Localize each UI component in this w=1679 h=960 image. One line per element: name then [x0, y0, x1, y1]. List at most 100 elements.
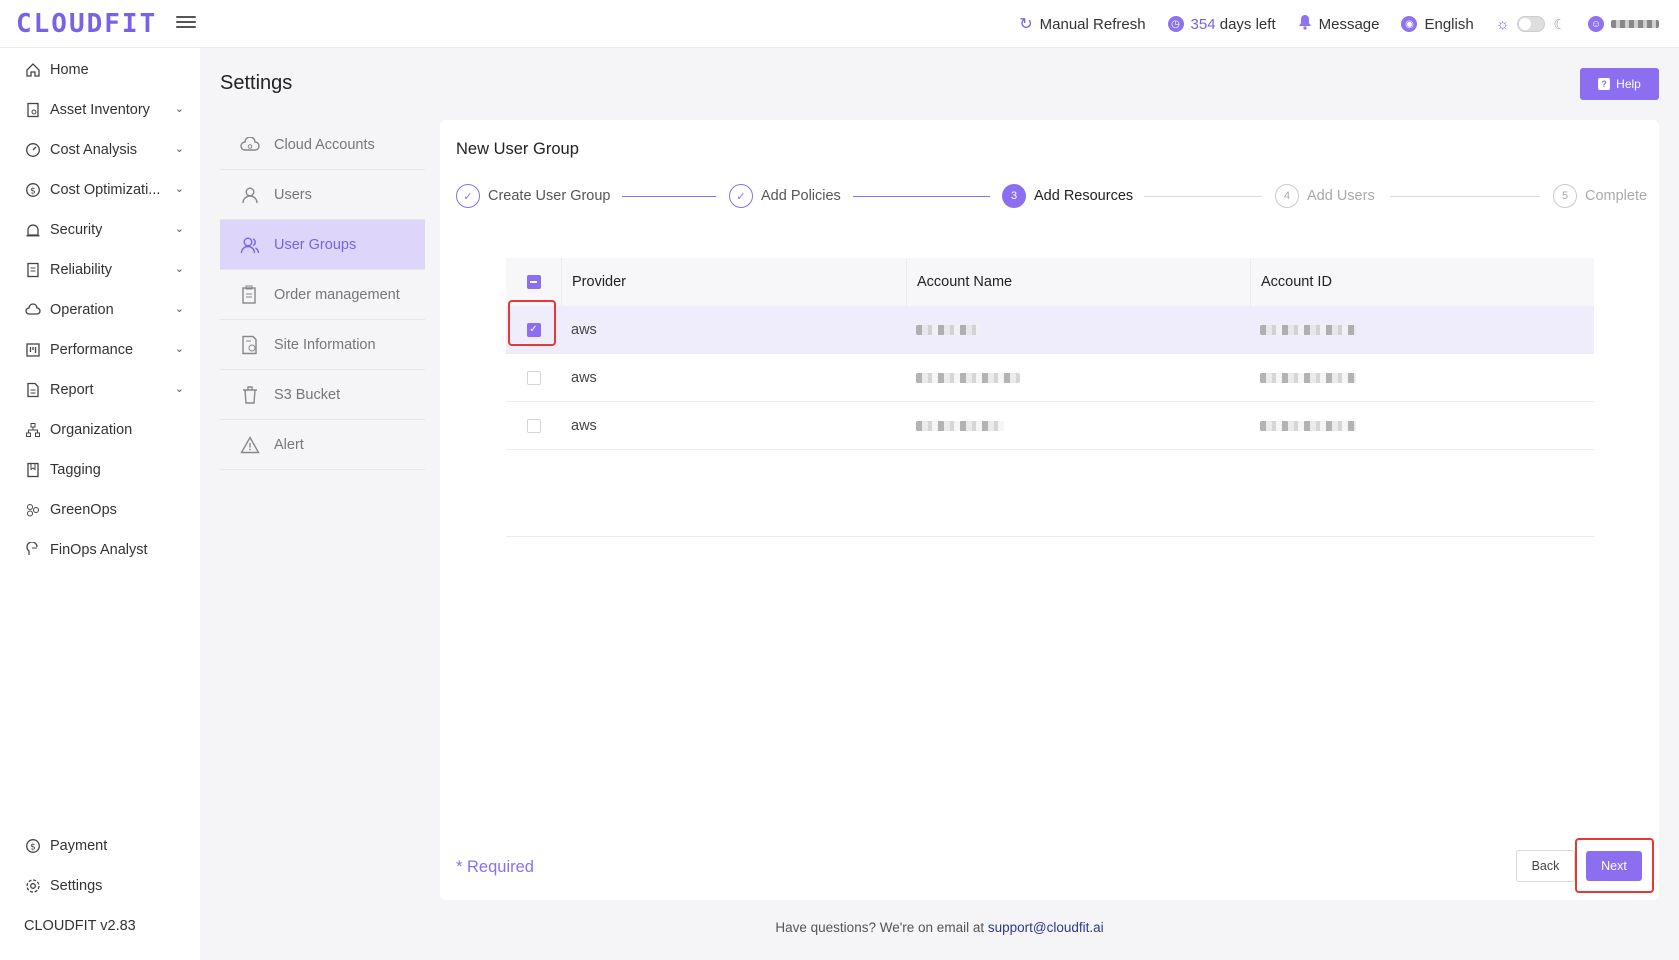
home-icon	[24, 61, 42, 79]
resources-table: Provider Account Name Account ID ✓ aws a…	[506, 258, 1594, 450]
chevron-down-icon: ⌄	[174, 143, 184, 155]
days-left-indicator: ◷ 354 days left	[1167, 15, 1276, 33]
table-header: Provider Account Name Account ID	[506, 258, 1594, 306]
language-selector[interactable]: ◉ English	[1401, 16, 1474, 33]
redacted-value	[1260, 372, 1356, 383]
cloud-cog-icon	[24, 301, 42, 319]
theme-toggle[interactable]: ☼ ☾	[1496, 16, 1566, 33]
back-button[interactable]: Back	[1516, 850, 1575, 882]
step-connector	[853, 196, 990, 197]
sidebar-item-report[interactable]: Report ⌄	[24, 375, 188, 405]
refresh-icon: ↻	[1019, 16, 1033, 33]
step-connector	[1390, 196, 1540, 197]
chevron-down-icon: ⌄	[174, 383, 184, 395]
settings-item-alert[interactable]: Alert	[220, 420, 425, 470]
column-header-provider: Provider	[561, 258, 906, 306]
chevron-down-icon: ⌄	[174, 343, 184, 355]
logo: CLOUDFIT	[16, 9, 158, 39]
sidebar: Home Asset Inventory ⌄ Cost Analysis ⌄ $…	[0, 48, 200, 960]
step-add-policies: ✓ Add Policies	[729, 184, 841, 208]
manual-refresh-button[interactable]: ↻ Manual Refresh	[1019, 14, 1145, 34]
row-checkbox[interactable]: ✓	[526, 322, 541, 337]
sidebar-item-performance[interactable]: Performance ⌄	[24, 335, 188, 365]
sidebar-item-security[interactable]: Security ⌄	[24, 215, 188, 245]
row-checkbox[interactable]	[526, 418, 541, 433]
new-user-group-card: New User Group ✓ Create User Group ✓ Add…	[440, 120, 1659, 900]
settings-item-cloud-accounts[interactable]: Cloud Accounts	[220, 120, 425, 170]
cell-account-name	[906, 306, 1250, 353]
sidebar-item-settings[interactable]: Settings	[24, 871, 188, 901]
check-icon: ✓	[456, 184, 480, 208]
sidebar-item-home[interactable]: Home	[24, 55, 188, 85]
chevron-down-icon: ⌄	[174, 223, 184, 235]
menu-toggle-icon[interactable]	[176, 13, 196, 33]
column-header-account-id: Account ID	[1250, 258, 1594, 306]
sidebar-item-finops-analyst[interactable]: FinOps Analyst	[24, 535, 188, 565]
settings-item-site-information[interactable]: Site Information	[220, 320, 425, 370]
footer-text: Have questions? We're on email at	[775, 920, 988, 935]
sidebar-item-organization[interactable]: Organization	[24, 415, 188, 445]
theme-switch[interactable]	[1517, 16, 1546, 32]
sidebar-item-tagging[interactable]: Tagging	[24, 455, 188, 485]
settings-menu: Cloud Accounts Users User Groups Order m…	[220, 120, 425, 470]
card-title: New User Group	[456, 140, 579, 158]
step-add-users: 4 Add Users	[1275, 184, 1375, 208]
message-label: Message	[1318, 15, 1380, 33]
settings-item-s3-bucket[interactable]: S3 Bucket	[220, 370, 425, 420]
user-menu[interactable]: ☺	[1588, 16, 1659, 32]
column-header-account-name: Account Name	[906, 258, 1250, 306]
svg-text:$: $	[30, 843, 36, 853]
settings-item-order-management[interactable]: Order management	[220, 270, 425, 320]
settings-item-users[interactable]: Users	[220, 170, 425, 220]
message-button[interactable]: Message	[1298, 14, 1380, 34]
report-icon	[24, 381, 42, 399]
cell-provider: aws	[571, 369, 597, 386]
top-bar: CLOUDFIT ↻ Manual Refresh ◷ 354 days lef…	[0, 0, 1679, 48]
step-connector	[1144, 196, 1262, 197]
leaf-icon	[24, 501, 42, 519]
step-add-resources: 3 Add Resources	[1002, 184, 1133, 208]
sidebar-item-payment[interactable]: $ Payment	[24, 831, 188, 861]
sidebar-item-cost-analysis[interactable]: Cost Analysis ⌄	[24, 135, 188, 165]
step-number: 5	[1553, 184, 1577, 208]
board-icon	[24, 341, 42, 359]
next-button[interactable]: Next	[1586, 851, 1642, 881]
site-info-icon	[240, 335, 260, 355]
settings-item-user-groups[interactable]: User Groups	[220, 220, 425, 270]
sidebar-item-operation[interactable]: Operation ⌄	[24, 295, 188, 325]
sidebar-item-cost-optimization[interactable]: $ Cost Optimizati... ⌄	[24, 175, 188, 205]
dollar-icon: $	[24, 837, 42, 855]
clock-icon: ◷	[1167, 16, 1184, 32]
table-row[interactable]: aws	[506, 354, 1594, 402]
table-row[interactable]: ✓ aws	[506, 299, 1594, 354]
chevron-down-icon: ⌄	[174, 303, 184, 315]
select-all-checkbox[interactable]	[526, 275, 541, 289]
days-left-suffix: days left	[1215, 15, 1276, 33]
required-note: * Required	[456, 858, 534, 876]
help-button[interactable]: ? Help	[1580, 68, 1659, 100]
step-number: 3	[1002, 184, 1026, 208]
cell-account-name	[906, 402, 1250, 449]
sidebar-item-greenops[interactable]: GreenOps	[24, 495, 188, 525]
row-checkbox[interactable]	[526, 370, 541, 385]
gear-icon	[24, 877, 42, 895]
sidebar-item-reliability[interactable]: Reliability ⌄	[24, 255, 188, 285]
cell-account-name	[906, 354, 1250, 401]
cloud-icon	[240, 135, 260, 155]
user-icon	[240, 185, 260, 205]
step-create-user-group: ✓ Create User Group	[456, 184, 611, 208]
help-label: Help	[1616, 77, 1641, 91]
sidebar-item-asset-inventory[interactable]: Asset Inventory ⌄	[24, 95, 188, 125]
gauge-icon	[24, 141, 42, 159]
user-avatar-icon: ☺	[1588, 16, 1604, 32]
table-row[interactable]: aws	[506, 402, 1594, 450]
svg-text:$: $	[30, 187, 36, 197]
dollar-icon: $	[24, 181, 42, 199]
redacted-value	[1260, 420, 1356, 431]
globe-icon: ◉	[1401, 16, 1418, 32]
alarm-icon	[24, 221, 42, 239]
support-email-link[interactable]: support@cloudfit.ai	[988, 920, 1104, 935]
bell-icon	[1298, 14, 1312, 34]
chevron-down-icon: ⌄	[174, 103, 184, 115]
cell-account-id	[1250, 402, 1594, 449]
